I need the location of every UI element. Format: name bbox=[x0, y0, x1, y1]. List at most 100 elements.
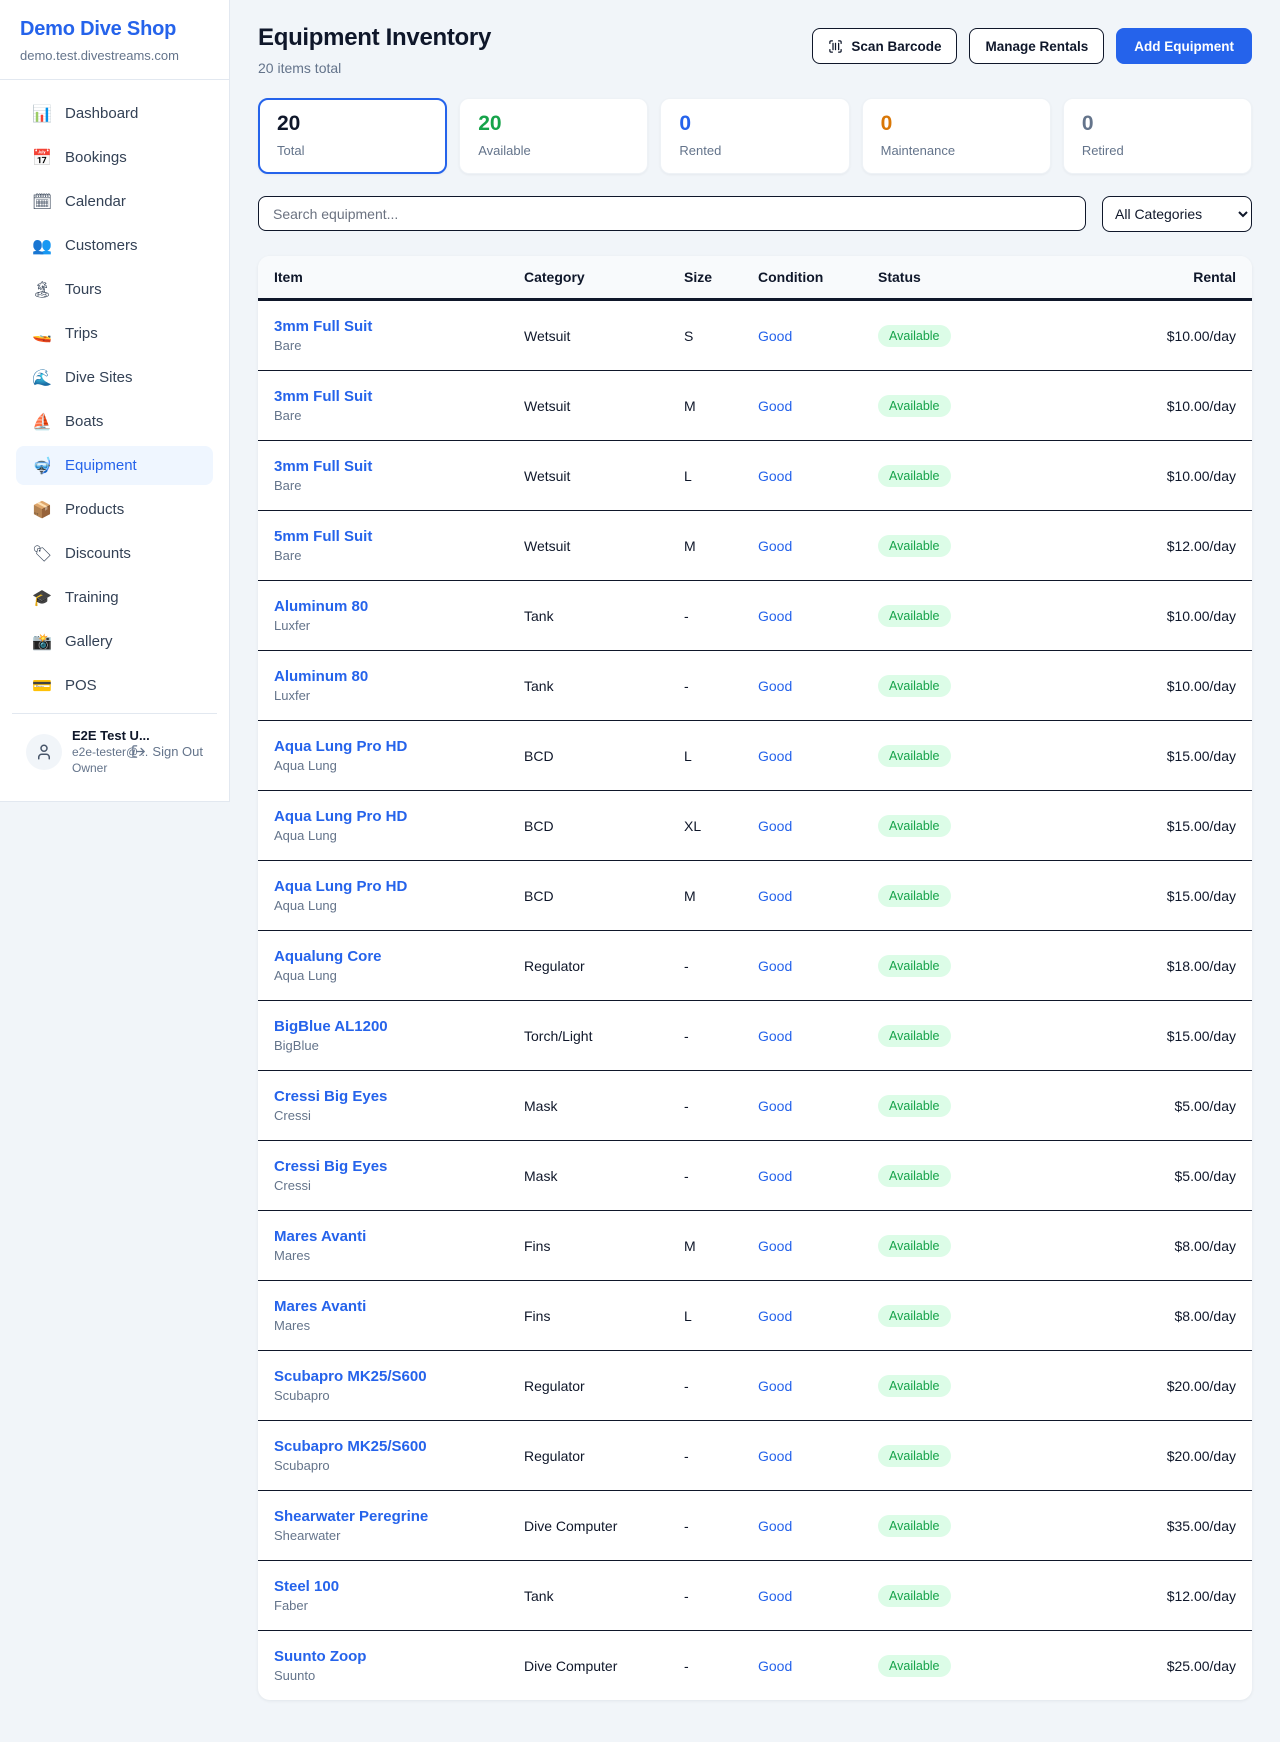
item-name-link[interactable]: Cressi Big Eyes bbox=[274, 1158, 524, 1175]
status-badge: Available bbox=[878, 1025, 951, 1047]
sign-out-button[interactable]: Sign Out bbox=[131, 744, 203, 759]
sidebar-item-discounts[interactable]: 🏷 Discounts bbox=[16, 534, 213, 573]
condition-link[interactable]: Good bbox=[758, 1588, 792, 1604]
logout-icon bbox=[131, 744, 146, 759]
sidebar-item-trips[interactable]: 🚤 Trips bbox=[16, 314, 213, 353]
item-name-link[interactable]: Aqua Lung Pro HD bbox=[274, 738, 524, 755]
rental-price: $20.00/day bbox=[1030, 1378, 1236, 1394]
condition-link[interactable]: Good bbox=[758, 468, 792, 484]
manage-rentals-button[interactable]: Manage Rentals bbox=[969, 28, 1104, 64]
sidebar-item-tours[interactable]: 🏝 Tours bbox=[16, 270, 213, 309]
condition-link[interactable]: Good bbox=[758, 1308, 792, 1324]
table-row: 3mm Full Suit Bare Wetsuit S Good Availa… bbox=[258, 300, 1252, 370]
sidebar-item-pos[interactable]: 💳 POS bbox=[16, 666, 213, 705]
item-name-link[interactable]: Aqua Lung Pro HD bbox=[274, 878, 524, 895]
condition-link[interactable]: Good bbox=[758, 538, 792, 554]
condition-link[interactable]: Good bbox=[758, 1448, 792, 1464]
item-name-link[interactable]: BigBlue AL1200 bbox=[274, 1018, 524, 1035]
sidebar-item-gallery[interactable]: 📸 Gallery bbox=[16, 622, 213, 661]
sidebar-item-customers[interactable]: 👥 Customers bbox=[16, 226, 213, 265]
item-name-link[interactable]: Aqua Lung Pro HD bbox=[274, 808, 524, 825]
barcode-scan-icon bbox=[828, 39, 843, 54]
column-header-size: Size bbox=[684, 269, 758, 285]
people-icon: 👥 bbox=[32, 236, 52, 255]
sidebar-item-boats[interactable]: ⛵ Boats bbox=[16, 402, 213, 441]
size-cell: - bbox=[684, 1098, 758, 1114]
sidebar-item-products[interactable]: 📦 Products bbox=[16, 490, 213, 529]
status-badge: Available bbox=[878, 1165, 951, 1187]
item-cell: Mares Avanti Mares bbox=[274, 1298, 524, 1333]
scan-barcode-button[interactable]: Scan Barcode bbox=[812, 28, 957, 64]
sidebar-item-bookings[interactable]: 📅 Bookings bbox=[16, 138, 213, 177]
item-cell: Scubapro MK25/S600 Scubapro bbox=[274, 1438, 524, 1473]
stat-card[interactable]: 0 Rented bbox=[660, 98, 849, 174]
sidebar-item-dive-sites[interactable]: 🌊 Dive Sites bbox=[16, 358, 213, 397]
rental-price: $12.00/day bbox=[1030, 1588, 1236, 1604]
rental-price: $5.00/day bbox=[1030, 1168, 1236, 1184]
add-equipment-button[interactable]: Add Equipment bbox=[1116, 28, 1252, 64]
item-cell: 3mm Full Suit Bare bbox=[274, 388, 524, 423]
condition-link[interactable]: Good bbox=[758, 1378, 792, 1394]
label-icon: 🏷 bbox=[32, 544, 52, 563]
stat-card[interactable]: 20 Total bbox=[258, 98, 447, 174]
item-name-link[interactable]: Cressi Big Eyes bbox=[274, 1088, 524, 1105]
item-name-link[interactable]: 5mm Full Suit bbox=[274, 528, 524, 545]
rental-price: $20.00/day bbox=[1030, 1448, 1236, 1464]
condition-link[interactable]: Good bbox=[758, 1098, 792, 1114]
condition-link[interactable]: Good bbox=[758, 1238, 792, 1254]
item-name-link[interactable]: Mares Avanti bbox=[274, 1228, 524, 1245]
search-input[interactable] bbox=[258, 196, 1086, 231]
rental-price: $8.00/day bbox=[1030, 1238, 1236, 1254]
stat-value: 0 bbox=[679, 112, 830, 136]
condition-link[interactable]: Good bbox=[758, 1658, 792, 1674]
size-cell: - bbox=[684, 1168, 758, 1184]
condition-link[interactable]: Good bbox=[758, 608, 792, 624]
condition-link[interactable]: Good bbox=[758, 748, 792, 764]
stat-card[interactable]: 0 Retired bbox=[1063, 98, 1252, 174]
condition-link[interactable]: Good bbox=[758, 1168, 792, 1184]
item-name-link[interactable]: 3mm Full Suit bbox=[274, 318, 524, 335]
rental-price: $5.00/day bbox=[1030, 1098, 1236, 1114]
sidebar-item-training[interactable]: 🎓 Training bbox=[16, 578, 213, 617]
graduation-cap-icon: 🎓 bbox=[32, 588, 52, 607]
condition-link[interactable]: Good bbox=[758, 958, 792, 974]
item-name-link[interactable]: 3mm Full Suit bbox=[274, 458, 524, 475]
item-name-link[interactable]: Suunto Zoop bbox=[274, 1648, 524, 1665]
item-name-link[interactable]: Steel 100 bbox=[274, 1578, 524, 1595]
stat-card[interactable]: 20 Available bbox=[459, 98, 648, 174]
condition-link[interactable]: Good bbox=[758, 328, 792, 344]
stat-card[interactable]: 0 Maintenance bbox=[862, 98, 1051, 174]
item-name-link[interactable]: Shearwater Peregrine bbox=[274, 1508, 524, 1525]
item-name-link[interactable]: Mares Avanti bbox=[274, 1298, 524, 1315]
rental-price: $15.00/day bbox=[1030, 818, 1236, 834]
size-cell: S bbox=[684, 328, 758, 344]
sidebar-item-calendar[interactable]: 🗓 Calendar bbox=[16, 182, 213, 221]
avatar bbox=[26, 734, 62, 770]
item-name-link[interactable]: Aqualung Core bbox=[274, 948, 524, 965]
condition-link[interactable]: Good bbox=[758, 818, 792, 834]
sidebar-item-dashboard[interactable]: 📊 Dashboard bbox=[16, 94, 213, 133]
sidebar-item-equipment[interactable]: 🤿 Equipment bbox=[16, 446, 213, 485]
item-name-link[interactable]: 3mm Full Suit bbox=[274, 388, 524, 405]
condition-link[interactable]: Good bbox=[758, 1028, 792, 1044]
header-actions: Scan Barcode Manage Rentals Add Equipmen… bbox=[812, 28, 1252, 64]
item-name-link[interactable]: Aluminum 80 bbox=[274, 598, 524, 615]
condition-link[interactable]: Good bbox=[758, 678, 792, 694]
item-name-link[interactable]: Scubapro MK25/S600 bbox=[274, 1438, 524, 1455]
diving-mask-icon: 🤿 bbox=[32, 456, 52, 475]
condition-link[interactable]: Good bbox=[758, 398, 792, 414]
item-cell: Mares Avanti Mares bbox=[274, 1228, 524, 1263]
item-cell: Shearwater Peregrine Shearwater bbox=[274, 1508, 524, 1543]
table-row: Cressi Big Eyes Cressi Mask - Good Avail… bbox=[258, 1070, 1252, 1140]
table-row: Aqualung Core Aqua Lung Regulator - Good… bbox=[258, 930, 1252, 1000]
sidebar-item-label: Bookings bbox=[65, 149, 127, 166]
condition-link[interactable]: Good bbox=[758, 1518, 792, 1534]
stat-label: Total bbox=[277, 143, 428, 158]
condition-link[interactable]: Good bbox=[758, 888, 792, 904]
size-cell: XL bbox=[684, 818, 758, 834]
wave-icon: 🌊 bbox=[32, 368, 52, 387]
item-name-link[interactable]: Scubapro MK25/S600 bbox=[274, 1368, 524, 1385]
category-select[interactable]: All Categories bbox=[1102, 196, 1252, 232]
item-name-link[interactable]: Aluminum 80 bbox=[274, 668, 524, 685]
size-cell: M bbox=[684, 888, 758, 904]
